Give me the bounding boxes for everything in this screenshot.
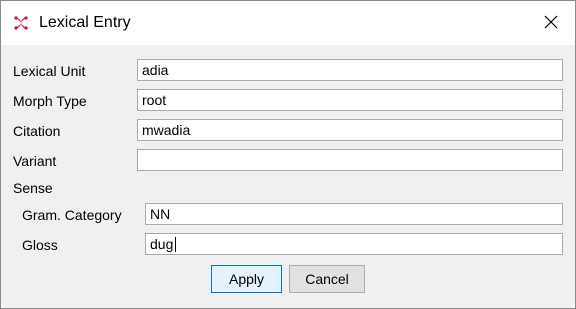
citation-field[interactable]	[137, 119, 563, 141]
apply-button[interactable]: Apply	[211, 265, 282, 293]
dialog-title: Lexical Entry	[39, 14, 131, 31]
lexical-unit-label: Lexical Unit	[13, 63, 86, 79]
sense-section-label: Sense	[13, 180, 53, 196]
variant-field[interactable]	[137, 149, 563, 171]
gram-category-field[interactable]	[145, 203, 563, 225]
gloss-label: Gloss	[22, 237, 58, 253]
cancel-button[interactable]: Cancel	[289, 265, 365, 293]
lexical-entry-dialog: Lexical Entry Lexical Unit Morph Type Ci…	[0, 0, 576, 309]
app-logo-icon	[13, 15, 29, 31]
citation-label: Citation	[13, 123, 61, 139]
gram-category-label: Gram. Category	[22, 207, 122, 223]
morph-type-field[interactable]	[137, 89, 563, 111]
entry-form: Lexical Unit Morph Type Citation Variant…	[1, 45, 575, 308]
title-bar: Lexical Entry	[1, 1, 575, 45]
lexical-unit-field[interactable]	[137, 59, 563, 81]
close-icon	[544, 15, 558, 32]
close-button[interactable]	[527, 1, 575, 45]
variant-label: Variant	[13, 153, 57, 169]
gloss-field[interactable]	[145, 233, 563, 255]
text-caret	[175, 237, 176, 252]
morph-type-label: Morph Type	[13, 93, 87, 109]
